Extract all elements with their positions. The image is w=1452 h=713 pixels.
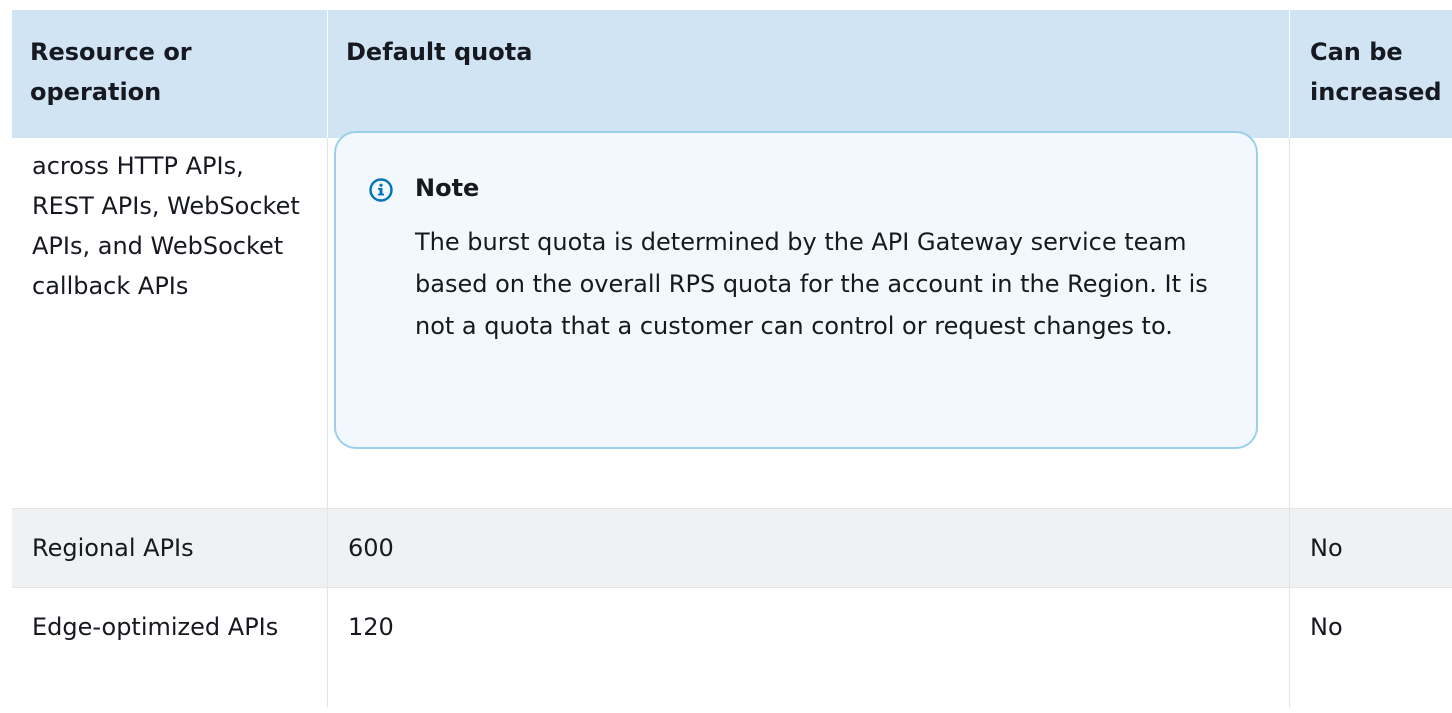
resource-text: across HTTP APIs, REST APIs, WebSocket A…: [32, 152, 300, 300]
table-row: Edge-optimized APIs 120 No: [12, 588, 1452, 708]
note-callout: Note The burst quota is determined by th…: [334, 131, 1258, 449]
header-resource: Resource or operation: [30, 38, 192, 106]
cell-default-quota: 600: [328, 509, 1290, 587]
default-quota-value: 600: [348, 534, 394, 562]
cell-default-quota: 120: [328, 588, 1290, 708]
cell-can-be-increased: No: [1290, 509, 1452, 587]
default-quota-value: 120: [348, 613, 394, 641]
cell-resource: Edge-optimized APIs: [12, 588, 328, 708]
header-cell-can-be-increased: Can be increased: [1290, 10, 1452, 138]
header-default-quota: Default quota: [346, 38, 533, 66]
cell-resource: across HTTP APIs, REST APIs, WebSocket A…: [12, 138, 328, 508]
info-icon: [369, 178, 393, 202]
note-title: Note: [415, 174, 480, 202]
resource-text: Regional APIs: [32, 534, 194, 562]
cell-resource: Regional APIs: [12, 509, 328, 587]
header-cell-resource: Resource or operation: [12, 10, 328, 138]
header-can-be-increased: Can be increased: [1310, 38, 1442, 106]
resource-text: Edge-optimized APIs: [32, 613, 279, 641]
cell-can-be-increased: [1290, 138, 1452, 508]
cell-can-be-increased: No: [1290, 588, 1452, 708]
table-row: Regional APIs 600 No: [12, 509, 1452, 588]
note-body: The burst quota is determined by the API…: [415, 228, 1208, 340]
can-be-increased-value: No: [1310, 534, 1343, 562]
table-header-row: Resource or operation Default quota Can …: [12, 10, 1452, 138]
can-be-increased-value: No: [1310, 613, 1343, 641]
header-cell-default-quota: Default quota: [328, 10, 1290, 138]
